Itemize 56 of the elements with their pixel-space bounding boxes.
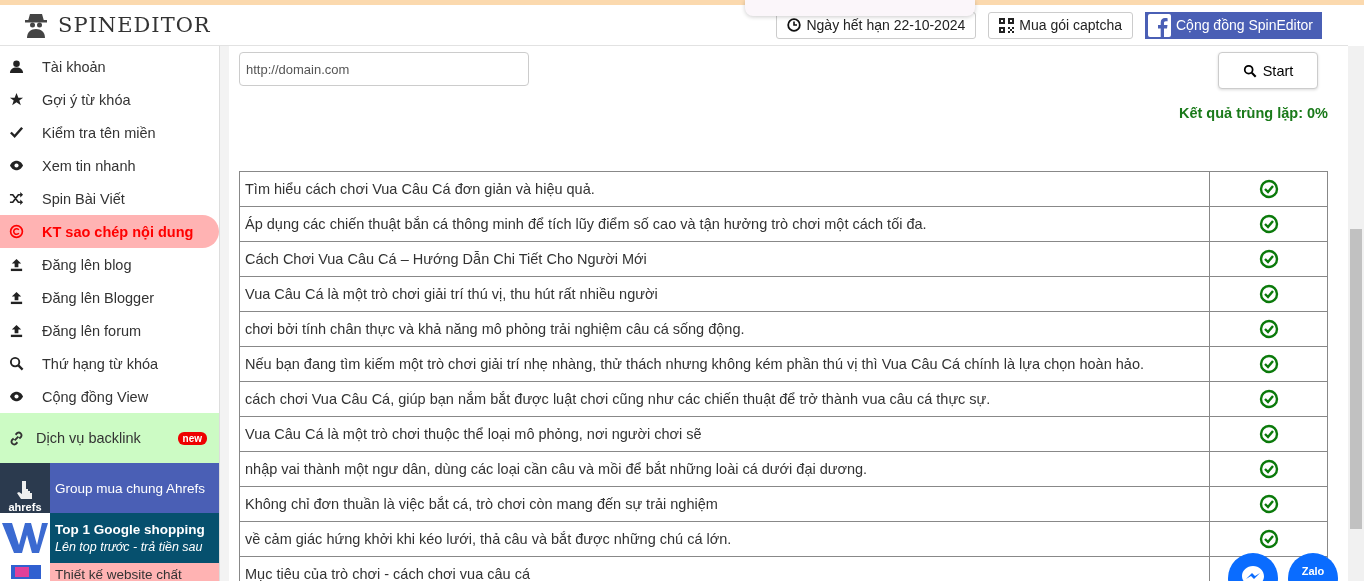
sentence-cell: Không chỉ đơn thuần là việc bắt cá, trò chơi còn mang đến sự trải nghiệm <box>239 486 1210 522</box>
star-icon <box>9 92 24 107</box>
banner-subtitle: Lên top trước - trả tiền sau <box>55 540 204 554</box>
spy-icon <box>24 12 48 38</box>
sentence-cell: cách chơi Vua Câu Cá, giúp bạn nắm bắt được luật chơi cũng như các chiến thuật để trở thành vua câu cá thực sự. <box>239 381 1210 417</box>
clock-icon <box>787 18 802 32</box>
sidebar-item[interactable]: Đăng lên forum <box>0 314 219 347</box>
sentence-cell: Vua Câu Cá là một trò chơi thuộc thể loại mô phỏng, nơi người chơi sẽ <box>239 416 1210 452</box>
link-icon <box>9 430 24 446</box>
sidebar-item[interactable]: Tài khoản <box>0 50 219 83</box>
sentence-cell: Vua Câu Cá là một trò chơi giải trí thú vị, thu hút rất nhiều người <box>239 276 1210 312</box>
sentence-cell: Áp dụng các chiến thuật bắn cá thông minh để tích lũy điểm số cao và tận hưởng trò chơi một cách tối đa. <box>239 206 1210 242</box>
sidebar-item[interactable]: Spin Bài Viết <box>0 182 219 215</box>
upload-icon <box>9 257 24 272</box>
facebook-community-button[interactable]: Cộng đồng SpinEditor <box>1145 11 1322 39</box>
banner-title: Top 1 Google shopping <box>55 522 206 537</box>
sidebar-item[interactable]: Đăng lên blog <box>0 248 219 281</box>
sentence-cell: Tìm hiểu cách chơi Vua Câu Cá đơn giản và hiệu quả. <box>239 171 1210 207</box>
sentence-cell: Cách Chơi Vua Câu Cá – Hướng Dẫn Chi Tiết Cho Người Mới <box>239 241 1210 277</box>
backlink-service-link[interactable]: Dịch vụ backlink new <box>0 413 219 463</box>
banner-title: Group mua chung Ahrefs <box>55 480 207 496</box>
sidebar-item[interactable]: Kiểm tra tên miền <box>0 116 219 149</box>
logo-text: SPINEDITOR <box>58 13 211 37</box>
sidebar-item[interactable]: Đăng lên Blogger <box>0 281 219 314</box>
facebook-icon <box>1148 13 1171 37</box>
check-icon <box>9 125 24 140</box>
duplicate-result: Kết quả trùng lặp: 0% <box>1178 105 1328 121</box>
sidebar-item[interactable]: Gợi ý từ khóa <box>0 83 219 116</box>
start-button[interactable]: Start <box>1218 52 1318 89</box>
sidebar-item[interactable]: Thứ hạng từ khóa <box>0 347 219 380</box>
banner-title: Thiết kế website chất <box>55 567 183 581</box>
captcha-button[interactable]: Mua gói captcha <box>988 11 1133 39</box>
backlink-label: Dịch vụ backlink <box>36 430 141 446</box>
ahrefs-logo: ahrefs <box>8 501 42 513</box>
w-logo-icon <box>2 521 48 555</box>
user-icon <box>9 59 24 74</box>
search-icon <box>1242 63 1257 78</box>
url-field[interactable]: http://domain.com <box>239 52 529 86</box>
qr-code-icon <box>999 17 1015 33</box>
search-icon <box>9 356 24 371</box>
sentence-cell: Nếu bạn đang tìm kiếm một trò chơi giải trí nhẹ nhàng, thử thách nhưng không kém phần thú vị thì Vua Câu Cá chính là lựa chọn hoàn hảo. <box>239 346 1210 382</box>
sentence-cell: Mục tiêu của trò chơi - cách chơi vua câu cá <box>239 556 1210 581</box>
eye-icon <box>9 389 24 404</box>
scrollbar-thumb[interactable] <box>1350 229 1362 529</box>
shuffle-icon <box>9 191 24 206</box>
sentence-cell: về cảm giác hứng khởi khi kéo lưới, thả câu và bắt được những chú cá lớn. <box>239 521 1210 557</box>
copyright-icon <box>9 224 24 239</box>
eye-icon <box>9 158 24 173</box>
sentence-cell: nhập vai thành một ngư dân, dùng các loại cần câu và mồi để bắt những loài cá dưới đại dương. <box>239 451 1210 487</box>
zalo-button[interactable]: Zalo <box>1288 553 1338 581</box>
upload-icon <box>9 323 24 338</box>
sidebar-item[interactable]: Xem tin nhanh <box>0 149 219 182</box>
upload-icon <box>9 290 24 305</box>
new-badge: new <box>177 431 207 445</box>
sentence-cell: chơi bởi tính chân thực và khả năng mô phỏng trải nghiệm câu cá sống động. <box>239 311 1210 347</box>
sidebar-item[interactable]: Cộng đồng View <box>0 380 219 413</box>
